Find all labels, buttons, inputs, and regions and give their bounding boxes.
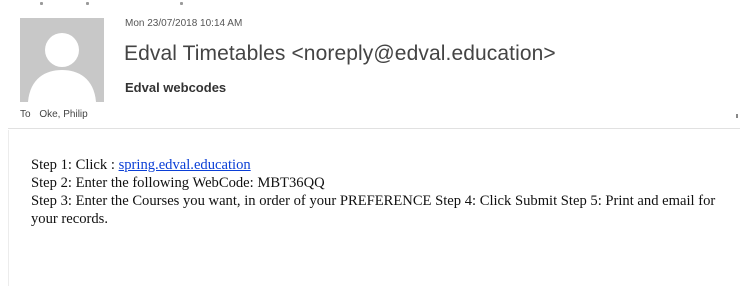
edval-link[interactable]: spring.edval.education xyxy=(119,157,251,173)
recipient-line: To Oke, Philip xyxy=(20,109,88,120)
step-2-line: Step 2: Enter the following WebCode: MBT… xyxy=(31,175,325,191)
step-1-text: Step 1: Click : xyxy=(31,157,119,173)
step-1-line: Step 1: Click : spring.edval.education xyxy=(31,156,721,174)
recipient-name[interactable]: Oke, Philip xyxy=(39,109,87,120)
email-body: Step 1: Click : spring.edval.education S… xyxy=(31,156,721,228)
email-subject: Edval webcodes xyxy=(125,80,227,95)
top-edge-fragment xyxy=(40,2,220,8)
step-3-line: Step 3: Enter the Courses you want, in o… xyxy=(31,193,716,227)
header-divider xyxy=(8,128,740,129)
scroll-edge-mark xyxy=(736,114,738,118)
sent-date: Mon 23/07/2018 10:14 AM xyxy=(125,18,243,29)
sender-avatar xyxy=(20,18,104,102)
sender-address[interactable]: Edval Timetables <noreply@edval.educatio… xyxy=(124,42,556,66)
body-left-rule xyxy=(8,130,9,286)
to-label: To xyxy=(20,109,31,120)
person-silhouette-icon xyxy=(20,18,104,102)
